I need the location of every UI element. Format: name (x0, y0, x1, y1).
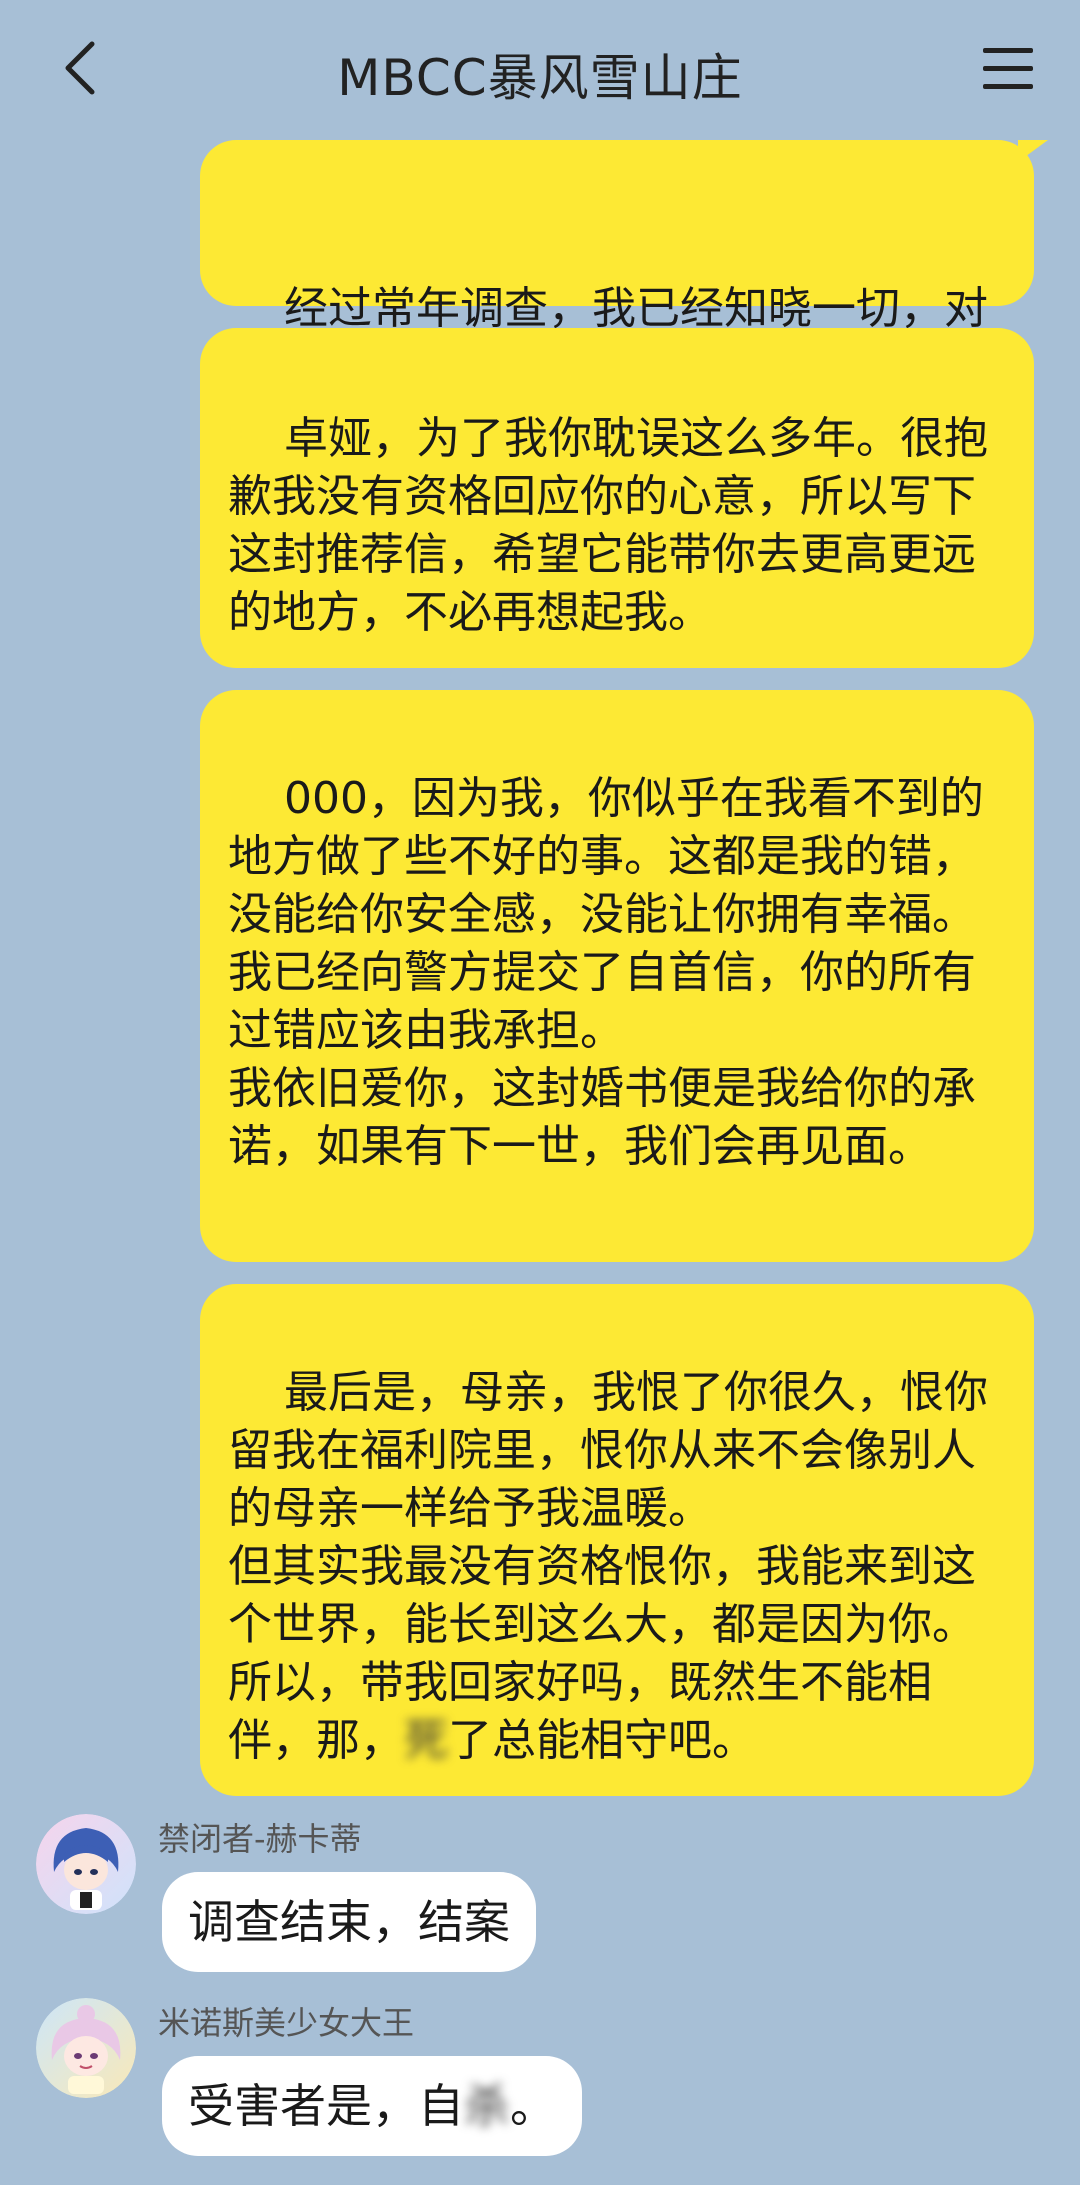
sender-name: 米诺斯美少女大王 (158, 2004, 415, 2042)
bubble-tail (1018, 140, 1048, 162)
blurred-text: 死 (404, 1715, 448, 1766)
outgoing-message[interactable]: 卓娅，为了我你耽误这么多年。很抱歉我没有资格回应你的心意，所以写下这封推荐信，希… (200, 328, 1034, 668)
incoming-bubble[interactable]: 调查结束，结案 (162, 1872, 536, 1972)
chat-title: MBCC暴风雪山庄 (337, 49, 743, 107)
outgoing-message[interactable]: 经过常年调查，我已经知晓一切，对于如今的所有混乱，十分抱歉 (200, 140, 1048, 392)
hamburger-menu-icon (983, 48, 1033, 53)
chat-header: MBCC暴风雪山庄 (0, 0, 1080, 140)
sender-name: 禁闭者-赫卡蒂 (158, 1820, 362, 1858)
message-text-tail: 。 (510, 2079, 556, 2133)
chat-app: MBCC暴风雪山庄 经过常年调查，我已经知晓一切，对于如今的所有混乱，十分抱歉 … (0, 0, 1080, 2185)
outgoing-message[interactable]: 000，因为我，你似乎在我看不到的地方做了些不好的事。这都是我的错，没能给你安全… (200, 690, 1034, 1262)
avatar-blue-hair-character (36, 1814, 136, 1914)
message-text: 受害者是，自 (188, 2079, 464, 2133)
message-text-tail: 了总能相守吧。 (448, 1715, 756, 1766)
incoming-bubble[interactable]: 受害者是，自杀。 (162, 2056, 582, 2156)
message-text: 卓娅，为了我你耽误这么多年。很抱歉我没有资格回应你的心意，所以写下这封推荐信，希… (228, 413, 988, 638)
menu-button[interactable] (980, 44, 1036, 94)
avatar[interactable] (36, 1998, 136, 2098)
message-text: 最后是，母亲，我恨了你很久，恨你留我在福利院里，恨你从来不会像别人的母亲一样给予… (228, 1367, 988, 1766)
avatar-pink-hair-character (36, 1998, 136, 2098)
blurred-text: 杀 (464, 2079, 510, 2133)
message-text: 调查结束，结案 (188, 1895, 510, 1949)
message-text: 000，因为我，你似乎在我看不到的地方做了些不好的事。这都是我的错，没能给你安全… (228, 773, 984, 1172)
outgoing-message[interactable]: 最后是，母亲，我恨了你很久，恨你留我在福利院里，恨你从来不会像别人的母亲一样给予… (200, 1284, 1034, 1796)
avatar[interactable] (36, 1814, 136, 1914)
